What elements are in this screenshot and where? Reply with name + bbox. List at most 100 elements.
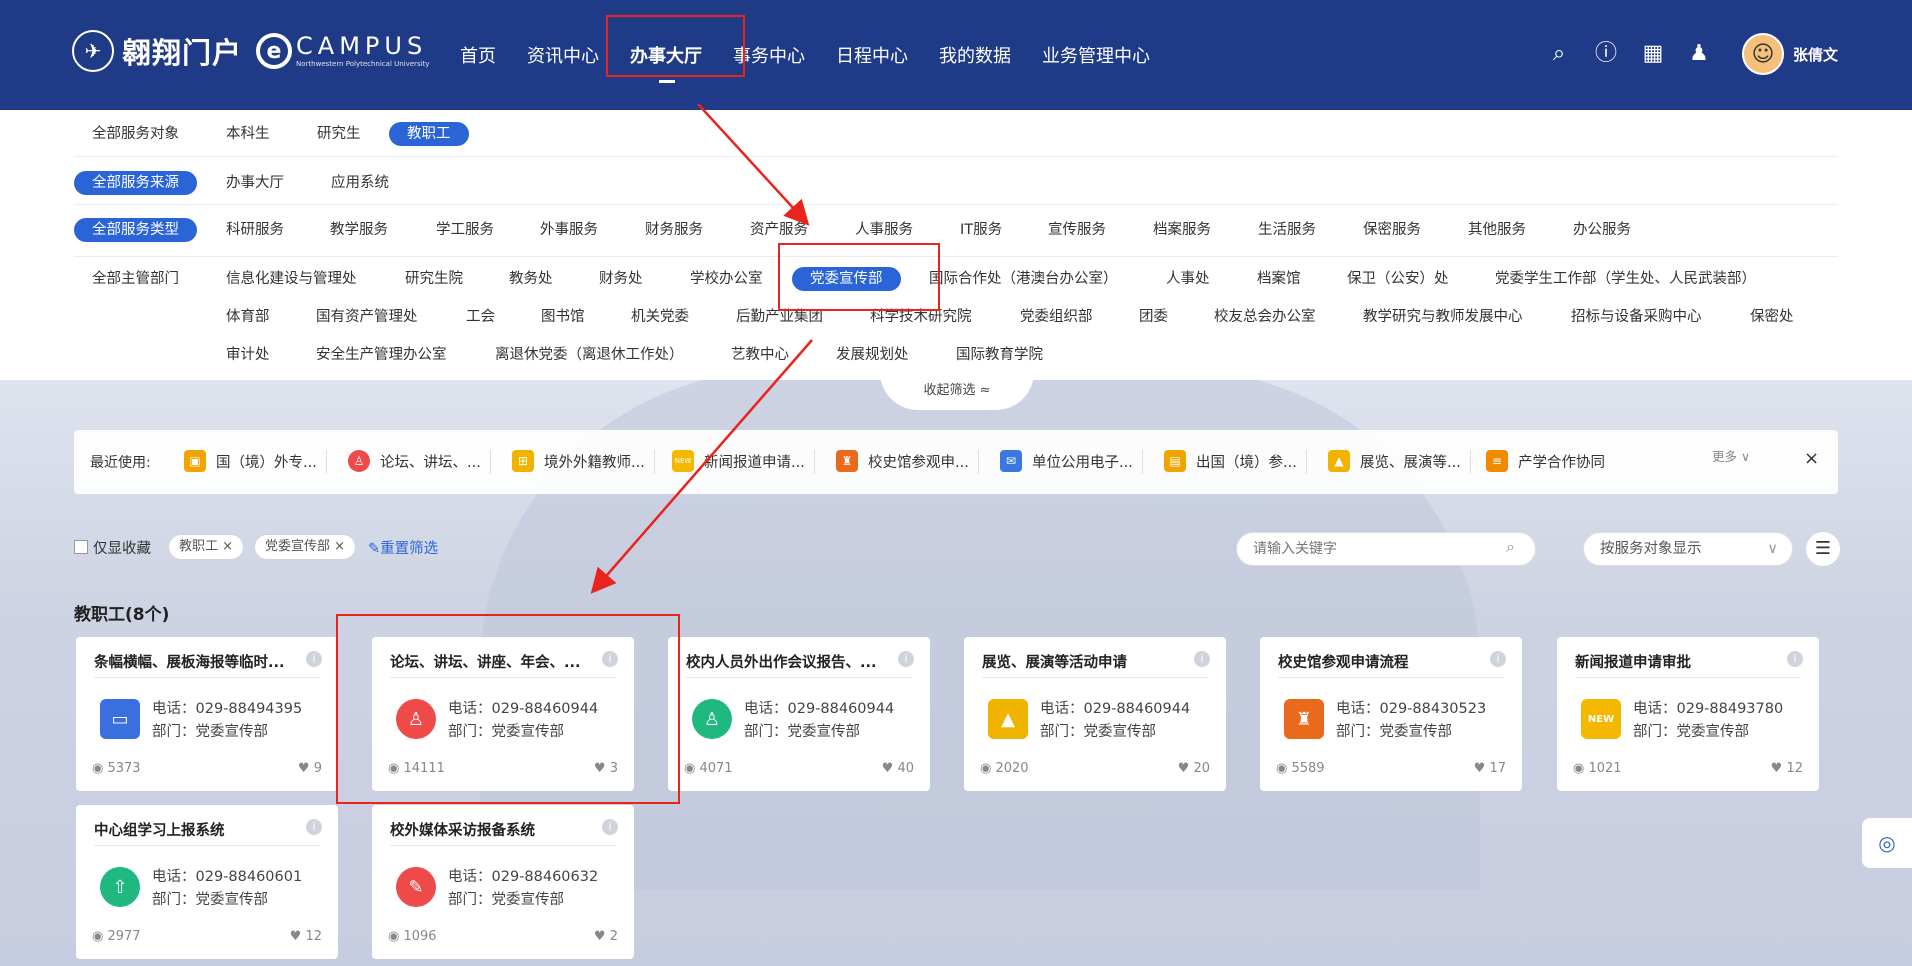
more-button[interactable]: 更多 ∨ [1712, 446, 1750, 465]
filter-type-foreign-affairs[interactable]: 外事服务 [540, 218, 598, 242]
info-icon[interactable]: i [306, 651, 322, 667]
qrcode-icon[interactable]: ▦ [1638, 40, 1668, 68]
filter-dept[interactable]: 学校办公室 [690, 267, 763, 291]
card-title[interactable]: 中心组学习上报系统 [94, 819, 300, 840]
assistant-icon[interactable]: ◎ [1862, 818, 1912, 868]
info-icon[interactable]: i [1490, 651, 1506, 667]
filter-dept[interactable]: 安全生产管理办公室 [316, 343, 447, 367]
help-icon[interactable]: ⓘ [1591, 40, 1621, 68]
search-icon[interactable]: ⌕ [1544, 40, 1574, 68]
info-icon[interactable]: i [602, 819, 618, 835]
filter-type-publicity[interactable]: 宣传服务 [1048, 218, 1106, 242]
filter-dept[interactable]: 机关党委 [631, 305, 689, 329]
filter-dept[interactable]: 人事处 [1166, 267, 1210, 291]
filter-dept[interactable]: 财务处 [599, 267, 643, 291]
reset-filter-link[interactable]: ✎重置筛选 [368, 537, 438, 558]
filter-dept[interactable]: 党委组织部 [1020, 305, 1093, 329]
filter-source-all[interactable]: 全部服务来源 [74, 171, 197, 195]
portal-logo[interactable]: ✈ 翱翔门户 e CAMPUS Northwestern Polytechnic… [72, 30, 429, 72]
nav-business-mgmt[interactable]: 业务管理中心 [1042, 42, 1150, 68]
filter-type-assets[interactable]: 资产服务 [750, 218, 808, 242]
recent-item[interactable]: ⊞ 境外外籍教师... [512, 450, 645, 472]
filter-type-life[interactable]: 生活服务 [1258, 218, 1316, 242]
filter-dept[interactable]: 离退休党委（离退休工作处） [495, 343, 684, 367]
user-name[interactable]: 张倩文 [1793, 44, 1838, 65]
filter-audience-staff[interactable]: 教职工 [389, 122, 469, 146]
info-icon[interactable]: i [306, 819, 322, 835]
recent-item[interactable]: ▲ 展览、展演等... [1328, 450, 1461, 472]
card-likes[interactable]: ♥ 40 [882, 761, 914, 776]
filter-source-hall[interactable]: 办事大厅 [226, 171, 284, 195]
filter-tag-staff[interactable]: 教职工 × [168, 534, 245, 560]
filter-dept[interactable]: 审计处 [226, 343, 270, 367]
filter-audience-all[interactable]: 全部服务对象 [92, 122, 179, 146]
service-card[interactable]: 新闻报道申请审批 i NEW 电话：029-88493780 部门：党委宣传部 ◉ 102… [1557, 637, 1819, 791]
filter-type-personnel[interactable]: 人事服务 [855, 218, 913, 242]
recent-item[interactable]: ▤ 出国（境）参... [1164, 450, 1297, 472]
filter-type-teaching[interactable]: 教学服务 [330, 218, 388, 242]
filter-dept[interactable]: 保卫（公安）处 [1347, 267, 1449, 291]
nav-schedule[interactable]: 日程中心 [836, 42, 908, 68]
filter-dept[interactable]: 国有资产管理处 [316, 305, 418, 329]
filter-dept[interactable]: 党委学生工作部（学生处、人民武装部） [1495, 267, 1756, 291]
recent-item[interactable]: ▣ 国（境）外专... [184, 450, 317, 472]
avatar[interactable]: ☺ [1742, 33, 1784, 75]
card-title[interactable]: 新闻报道申请审批 [1575, 651, 1781, 672]
card-likes[interactable]: ♥ 2 [594, 929, 618, 944]
nav-home[interactable]: 首页 [460, 42, 496, 68]
skin-icon[interactable]: ♟ [1684, 40, 1714, 68]
filter-dept[interactable]: 工会 [466, 305, 495, 329]
filter-dept[interactable]: 国际教育学院 [956, 343, 1043, 367]
filter-dept[interactable]: 校友总会办公室 [1214, 305, 1316, 329]
filter-dept[interactable]: 国际合作处（港澳台办公室） [929, 267, 1118, 291]
card-title[interactable]: 校史馆参观申请流程 [1278, 651, 1484, 672]
close-icon[interactable]: × [1804, 448, 1819, 469]
filter-dept[interactable]: 艺教中心 [731, 343, 789, 367]
info-icon[interactable]: i [1194, 651, 1210, 667]
filter-dept[interactable]: 档案馆 [1257, 267, 1301, 291]
filter-type-security[interactable]: 保密服务 [1363, 218, 1421, 242]
card-likes[interactable]: ♥ 20 [1178, 761, 1210, 776]
display-mode-select[interactable]: 按服务对象显示 ∨ [1583, 532, 1793, 566]
info-icon[interactable]: i [898, 651, 914, 667]
filter-dept[interactable]: 教务处 [509, 267, 553, 291]
filter-type-archives[interactable]: 档案服务 [1153, 218, 1211, 242]
service-card[interactable]: 校史馆参观申请流程 i ♜ 电话：029-88430523 部门：党委宣传部 ◉ 5589… [1260, 637, 1522, 791]
recent-item[interactable]: ≡ 产学合作协同 [1486, 450, 1605, 472]
nav-my-data[interactable]: 我的数据 [939, 42, 1011, 68]
filter-dept[interactable]: 研究生院 [405, 267, 463, 291]
filter-type-it[interactable]: IT服务 [960, 218, 1002, 242]
filter-dept[interactable]: 保密处 [1750, 305, 1794, 329]
filter-dept[interactable]: 信息化建设与管理处 [226, 267, 357, 291]
filter-dept[interactable]: 图书馆 [541, 305, 585, 329]
filter-dept[interactable]: 教学研究与教师发展中心 [1363, 305, 1523, 329]
filter-dept[interactable]: 体育部 [226, 305, 270, 329]
filter-dept[interactable]: 团委 [1139, 305, 1168, 329]
filter-dept[interactable]: 招标与设备采购中心 [1571, 305, 1702, 329]
card-title[interactable]: 展览、展演等活动申请 [982, 651, 1188, 672]
favorites-only-label[interactable]: 仅显收藏 [93, 537, 151, 558]
filter-audience-grad[interactable]: 研究生 [317, 122, 361, 146]
search-icon[interactable]: ⌕ [1506, 537, 1515, 557]
card-title[interactable]: 校内人员外出作会议报告、... [686, 651, 892, 672]
search-input[interactable] [1236, 532, 1536, 566]
recent-item[interactable]: ♜ 校史馆参观申... [836, 450, 969, 472]
card-likes[interactable]: ♥ 17 [1474, 761, 1506, 776]
service-card[interactable]: 校外媒体采访报备系统 i ✎ 电话：029-88460632 部门：党委宣传部 ◉ 109… [372, 805, 634, 959]
service-card[interactable]: 中心组学习上报系统 i ⇧ 电话：029-88460601 部门：党委宣传部 ◉ 2977… [76, 805, 338, 959]
recent-item[interactable]: NEW 新闻报道申请... [672, 450, 805, 472]
list-icon[interactable]: ☰ [1806, 532, 1840, 566]
filter-type-student-affairs[interactable]: 学工服务 [436, 218, 494, 242]
filter-tag-publicity[interactable]: 党委宣传部 × [254, 534, 357, 560]
card-likes[interactable]: ♥ 9 [298, 761, 322, 776]
filter-dept[interactable]: 发展规划处 [836, 343, 909, 367]
card-title[interactable]: 条幅横幅、展板海报等临时... [94, 651, 300, 672]
filter-source-apps[interactable]: 应用系统 [331, 171, 389, 195]
filter-type-finance[interactable]: 财务服务 [645, 218, 703, 242]
card-likes[interactable]: ♥ 12 [1771, 761, 1803, 776]
info-icon[interactable]: i [1787, 651, 1803, 667]
filter-type-all[interactable]: 全部服务类型 [74, 218, 197, 242]
card-likes[interactable]: ♥ 12 [290, 929, 322, 944]
filter-type-office[interactable]: 办公服务 [1573, 218, 1631, 242]
service-card[interactable]: 校内人员外出作会议报告、... i ♙ 电话：029-88460944 部门：党委宣传部… [668, 637, 930, 791]
